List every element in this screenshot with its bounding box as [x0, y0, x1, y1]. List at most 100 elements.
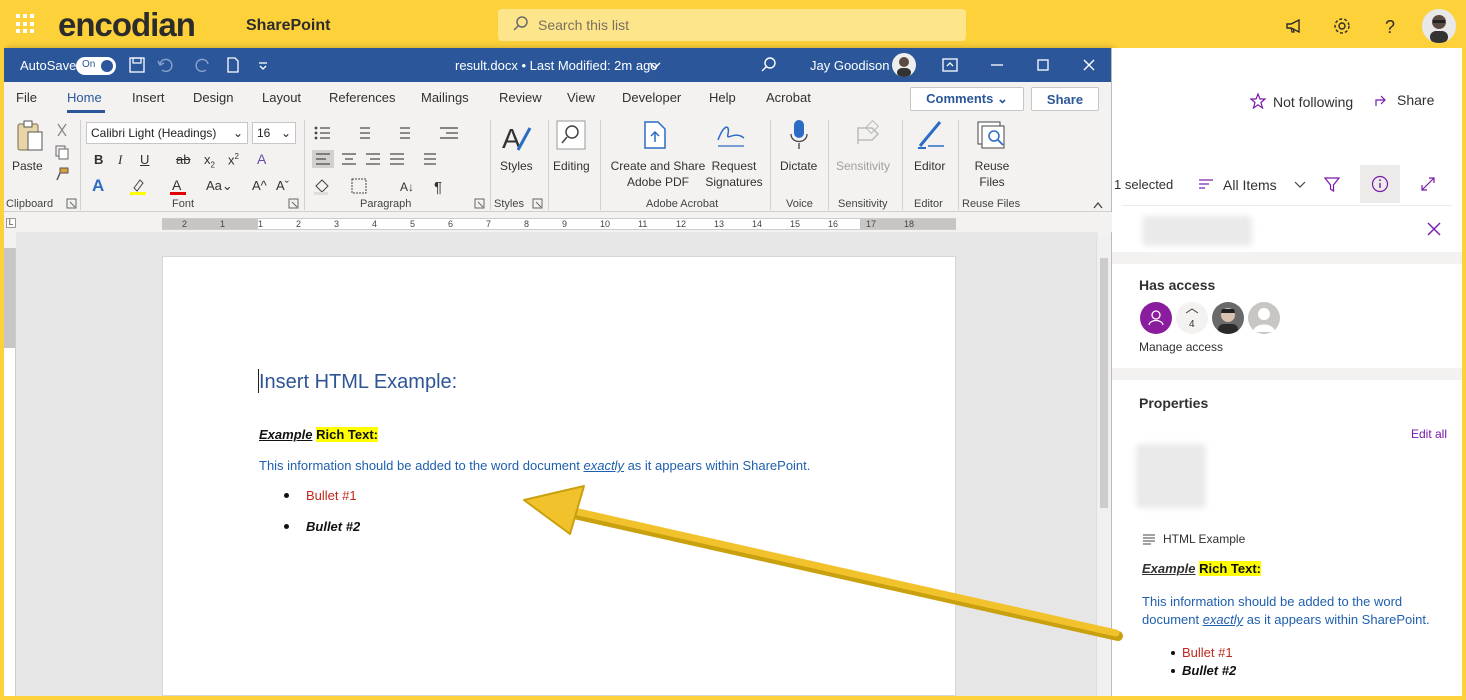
sensitivity-label[interactable]: Sensitivity [836, 158, 890, 174]
view-options-icon[interactable] [1198, 177, 1214, 191]
undo-icon[interactable] [156, 56, 174, 74]
rich-text-label[interactable]: Example Rich Text: [259, 427, 378, 442]
subscript-button[interactable]: x2 [204, 152, 215, 170]
tab-review[interactable]: Review [499, 90, 542, 105]
text-effects-button[interactable]: A [92, 176, 104, 196]
property-bullet-1[interactable]: Bullet #1 [1171, 645, 1233, 660]
user-avatar[interactable] [1422, 9, 1456, 43]
tab-selector[interactable]: L [6, 218, 16, 228]
clear-formatting-icon[interactable]: A [256, 150, 274, 168]
tab-design[interactable]: Design [193, 90, 233, 105]
tab-help[interactable]: Help [709, 90, 736, 105]
reuse-files-label[interactable]: Reuse Files [974, 158, 1010, 190]
user-avatar[interactable] [1212, 302, 1244, 334]
paste-icon[interactable] [14, 120, 46, 154]
dialog-launcher-icon[interactable] [532, 198, 544, 210]
editor-label[interactable]: Editor [914, 158, 945, 174]
user-avatar-placeholder[interactable] [1248, 302, 1280, 334]
collapse-ribbon-icon[interactable] [1092, 200, 1104, 210]
document-paragraph[interactable]: This information should be added to the … [259, 458, 810, 473]
share-command[interactable]: Share [1397, 92, 1434, 108]
dialog-launcher-icon[interactable] [288, 198, 300, 210]
property-bullet-2[interactable]: Bullet #2 [1170, 663, 1236, 678]
vertical-scrollbar[interactable] [1096, 238, 1110, 696]
tab-layout[interactable]: Layout [262, 90, 301, 105]
strikethrough-button[interactable]: ab [176, 152, 190, 167]
customize-toolbar-icon[interactable] [254, 56, 272, 74]
shrink-font-button[interactable]: Aˇ [276, 178, 289, 193]
styles-icon[interactable]: A [500, 120, 534, 154]
minimize-icon[interactable] [988, 56, 1006, 74]
filter-icon[interactable] [1324, 176, 1340, 192]
megaphone-icon[interactable] [1284, 15, 1306, 37]
italic-button[interactable]: I [118, 152, 122, 168]
reuse-files-icon[interactable] [976, 120, 1008, 150]
bold-button[interactable]: B [94, 152, 103, 167]
superscript-button[interactable]: x2 [228, 152, 239, 167]
styles-label[interactable]: Styles [500, 158, 533, 174]
search-icon[interactable] [760, 56, 778, 74]
scrollbar-thumb[interactable] [1100, 258, 1108, 508]
tab-acrobat[interactable]: Acrobat [766, 90, 811, 105]
help-icon[interactable]: ? [1379, 15, 1401, 37]
search-input[interactable] [538, 16, 938, 34]
app-launcher-icon[interactable] [16, 14, 36, 34]
info-toggle[interactable] [1360, 165, 1400, 203]
create-share-pdf-label[interactable]: Create and Share Adobe PDF [610, 158, 706, 190]
dictate-label[interactable]: Dictate [780, 158, 817, 174]
document-heading[interactable]: Insert HTML Example: [259, 371, 457, 394]
cut-icon[interactable] [54, 122, 70, 138]
maximize-icon[interactable] [1034, 56, 1052, 74]
document-title[interactable]: result.docx • Last Modified: 2m ago [455, 58, 658, 73]
tab-mailings[interactable]: Mailings [421, 90, 469, 105]
autosave-toggle[interactable]: On [76, 57, 116, 75]
group-avatar[interactable] [1140, 302, 1172, 334]
list-buttons-icon[interactable] [312, 124, 462, 142]
editor-icon[interactable] [914, 118, 948, 152]
copy-icon[interactable] [54, 144, 70, 160]
brand-logo[interactable]: encodian [58, 6, 196, 44]
user-name[interactable]: Jay Goodison [810, 58, 890, 73]
close-icon[interactable] [1080, 56, 1098, 74]
shading-sort-icon[interactable]: A↓ ¶ [312, 176, 462, 196]
microphone-icon[interactable] [788, 118, 810, 152]
tab-file[interactable]: File [16, 90, 37, 105]
search-box[interactable] [498, 9, 966, 41]
font-size-select[interactable]: 16 ⌄ [252, 122, 296, 144]
document-page[interactable]: Insert HTML Example: Example Rich Text: … [162, 256, 956, 696]
horizontal-ruler[interactable]: 2 1 1 2 3 4 5 6 7 8 9 10 11 12 13 14 15 16 17 18 [162, 218, 956, 230]
format-painter-icon[interactable] [54, 166, 70, 182]
tab-insert[interactable]: Insert [132, 90, 165, 105]
expand-icon[interactable] [1420, 176, 1436, 192]
settings-icon[interactable] [1331, 15, 1353, 37]
highlight-icon[interactable] [128, 176, 148, 196]
change-case-button[interactable]: Aa⌄ [206, 178, 233, 194]
new-document-icon[interactable] [224, 56, 242, 74]
chevron-down-icon[interactable] [1294, 179, 1306, 189]
editing-icon[interactable] [556, 120, 586, 150]
document-bullet-2[interactable]: Bullet #2 [283, 519, 360, 534]
manage-access-link[interactable]: Manage access [1139, 340, 1223, 354]
editing-label[interactable]: Editing [553, 158, 590, 174]
share-button[interactable]: Share [1031, 87, 1099, 111]
create-pdf-icon[interactable] [642, 120, 668, 150]
property-paragraph[interactable]: This information should be added to the … [1142, 593, 1442, 629]
dialog-launcher-icon[interactable] [66, 198, 78, 210]
underline-button[interactable]: U [140, 152, 149, 167]
paste-label[interactable]: Paste [12, 158, 43, 174]
tab-references[interactable]: References [329, 90, 395, 105]
alignment-buttons-icon[interactable] [312, 150, 462, 168]
app-title[interactable]: SharePoint [246, 17, 330, 35]
comments-button[interactable]: Comments ⌄ [910, 87, 1024, 111]
word-user-avatar[interactable] [892, 53, 916, 77]
request-signatures-icon[interactable] [714, 120, 748, 150]
tab-home[interactable]: Home [67, 90, 102, 105]
chevron-down-icon[interactable] [646, 56, 664, 74]
font-color-icon[interactable]: A [168, 176, 188, 196]
font-name-select[interactable]: Calibri Light (Headings) ⌄ [86, 122, 248, 144]
sensitivity-icon[interactable] [852, 120, 882, 150]
grow-font-button[interactable]: A^ [252, 178, 267, 193]
vertical-ruler[interactable] [4, 248, 16, 696]
tab-view[interactable]: View [567, 90, 595, 105]
close-panel-icon[interactable] [1426, 221, 1442, 237]
